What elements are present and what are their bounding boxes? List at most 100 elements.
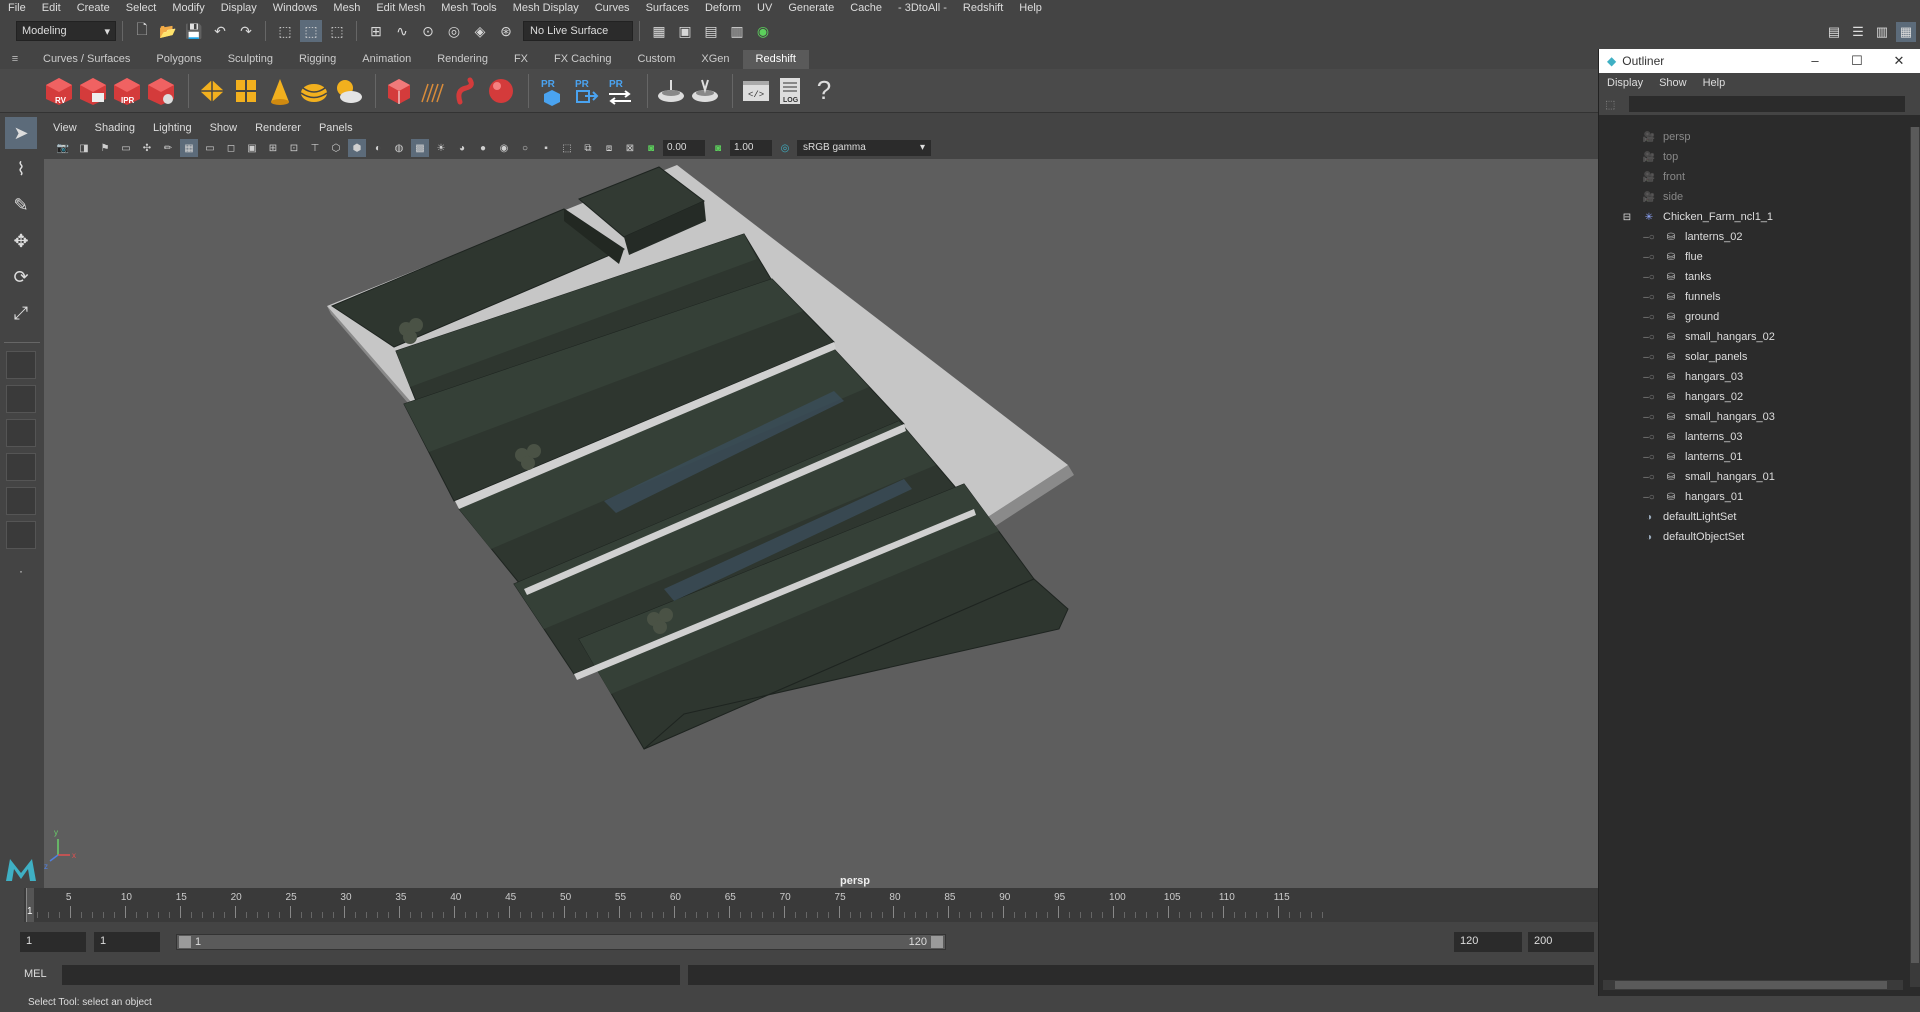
attribute-editor-icon[interactable]: ▤ (1824, 22, 1844, 42)
screen-space-ao-icon[interactable]: ● (474, 139, 492, 157)
shadows-icon[interactable]: ◕ (453, 139, 471, 157)
shelf-tab-curves-surfaces[interactable]: Curves / Surfaces (30, 50, 143, 69)
outliner-menu-help[interactable]: Help (1695, 77, 1734, 89)
select-tool-icon[interactable]: ➤ (5, 117, 37, 149)
filter-icon[interactable]: ⬚ (1605, 98, 1615, 111)
two-d-pan-icon[interactable]: ✣ (138, 139, 156, 157)
field-chart-icon[interactable]: ⊞ (264, 139, 282, 157)
outliner-item-solar-panels[interactable]: –○ ⛁ solar_panels (1603, 347, 1903, 367)
new-scene-icon[interactable]: 🗋 (131, 20, 153, 42)
more-layouts-icon[interactable]: · (5, 555, 37, 587)
redo-icon[interactable]: ↷ (235, 20, 257, 42)
script-language-label[interactable]: MEL (24, 968, 47, 980)
rotate-tool-icon[interactable]: ⟳ (5, 261, 37, 293)
snap-curve-icon[interactable]: ∿ (391, 20, 413, 42)
portal-light-icon[interactable] (231, 74, 261, 108)
pr-export-icon[interactable]: PR (571, 74, 601, 108)
animation-start-field[interactable]: 1 (20, 932, 86, 952)
outliner-menu-display[interactable]: Display (1599, 77, 1651, 89)
xray-icon[interactable]: ⧉ (579, 139, 597, 157)
undo-icon[interactable]: ↶ (209, 20, 231, 42)
command-input[interactable] (62, 965, 680, 985)
outliner-vertical-scrollbar[interactable] (1910, 127, 1920, 987)
redshift-settings-icon[interactable] (146, 74, 176, 108)
pr-object-icon[interactable]: PR (537, 74, 567, 108)
shelf-tab-rendering[interactable]: Rendering (424, 50, 501, 69)
snap-view-icon[interactable]: ◎ (443, 20, 465, 42)
tool-settings-icon[interactable]: ☰ (1848, 22, 1868, 42)
color-space-select[interactable]: sRGB gamma ▾ (797, 140, 931, 156)
playback-start-field[interactable]: 1 (94, 932, 160, 952)
ies-light-icon[interactable] (265, 74, 295, 108)
grid-icon[interactable]: ▦ (180, 139, 198, 157)
panel-menu-panels[interactable]: Panels (310, 122, 362, 134)
bookmark-icon[interactable]: ⚑ (96, 139, 114, 157)
volume-icon[interactable] (452, 74, 482, 108)
shelf-menu-icon[interactable]: ≡ (0, 49, 30, 69)
pr-convert-icon[interactable]: PR (605, 74, 635, 108)
menu-edit-mesh[interactable]: Edit Mesh (368, 2, 433, 14)
mode-selector[interactable]: Modeling ▾ (16, 21, 116, 41)
outliner-item-hangars-03[interactable]: –○ ⛁ hangars_03 (1603, 367, 1903, 387)
3d-viewport[interactable]: y x z persp (44, 159, 1598, 888)
bake-set-icon[interactable] (690, 74, 720, 108)
modeling-toolkit-icon[interactable]: ▦ (1896, 22, 1916, 42)
outliner-search-input[interactable] (1629, 96, 1906, 112)
help-icon[interactable]: ? (809, 74, 839, 108)
channel-box-icon[interactable]: ▥ (1872, 22, 1892, 42)
menu-windows[interactable]: Windows (265, 2, 326, 14)
outliner-item-defaultlightset[interactable]: ◑ defaultLightSet (1603, 507, 1903, 527)
motion-blur-icon[interactable]: ◉ (495, 139, 513, 157)
use-default-material-icon[interactable]: ◐ (369, 139, 387, 157)
dome-light-icon[interactable] (299, 74, 329, 108)
wireframe-on-shaded-icon[interactable]: ◍ (390, 139, 408, 157)
range-end-handle[interactable] (931, 936, 943, 948)
snap-grid-icon[interactable]: ⊞ (365, 20, 387, 42)
outliner-item-tanks[interactable]: –○ ⛁ tanks (1603, 267, 1903, 287)
menu-display[interactable]: Display (213, 2, 265, 14)
redshift-ipr-icon[interactable]: IPR (112, 74, 142, 108)
shelf-tab-rigging[interactable]: Rigging (286, 50, 349, 69)
hair-icon[interactable] (418, 74, 448, 108)
smooth-shade-icon[interactable]: ⬢ (348, 139, 366, 157)
shelf-tab-xgen[interactable]: XGen (688, 50, 742, 69)
xray-joints-icon[interactable]: ⧈ (600, 139, 618, 157)
bake-icon[interactable] (656, 74, 686, 108)
xray-components-icon[interactable]: ⊠ (621, 139, 639, 157)
menu-cache[interactable]: Cache (842, 2, 890, 14)
outliner-item-lanterns-01[interactable]: –○ ⛁ lanterns_01 (1603, 447, 1903, 467)
select-component-icon[interactable]: ⬚ (326, 20, 348, 42)
exposure-field[interactable]: 0.00 (663, 140, 705, 156)
image-plane-icon[interactable]: ▭ (117, 139, 135, 157)
shelf-tab-sculpting[interactable]: Sculpting (215, 50, 286, 69)
grease-pencil-icon[interactable]: ✏ (159, 139, 177, 157)
log-icon[interactable]: LOG (775, 74, 805, 108)
hypershade-icon[interactable]: ◉ (752, 20, 774, 42)
outliner-item-small-hangars-03[interactable]: –○ ⛁ small_hangars_03 (1603, 407, 1903, 427)
menu-deform[interactable]: Deform (697, 2, 749, 14)
range-slider[interactable]: 1 120 (176, 934, 946, 950)
outliner-item-hangars-01[interactable]: –○ ⛁ hangars_01 (1603, 487, 1903, 507)
camera-icon[interactable]: 📷 (54, 139, 72, 157)
single-view-layout-icon[interactable] (6, 351, 36, 379)
live-surface-field[interactable]: No Live Surface (523, 21, 633, 41)
panel-menu-lighting[interactable]: Lighting (144, 122, 201, 134)
menu-help[interactable]: Help (1011, 2, 1050, 14)
menu-3dtoall[interactable]: - 3DtoAll - (890, 2, 955, 14)
isolate-select-icon[interactable]: ⬚ (558, 139, 576, 157)
outliner-horizontal-scrollbar[interactable] (1603, 980, 1903, 990)
open-scene-icon[interactable]: 📂 (157, 20, 179, 42)
sphere-material-icon[interactable] (486, 74, 516, 108)
side-by-side-layout-icon[interactable] (6, 419, 36, 447)
playback-end-field[interactable]: 120 (1454, 932, 1522, 952)
outliner-item-funnels[interactable]: –○ ⛁ funnels (1603, 287, 1903, 307)
camera-attributes-icon[interactable]: ◨ (75, 139, 93, 157)
outliner-menu-show[interactable]: Show (1651, 77, 1695, 89)
outliner-item-hangars-02[interactable]: –○ ⛁ hangars_02 (1603, 387, 1903, 407)
range-start-handle[interactable] (179, 936, 191, 948)
proxy-icon[interactable] (384, 74, 414, 108)
menu-generate[interactable]: Generate (780, 2, 842, 14)
sun-sky-icon[interactable] (333, 74, 363, 108)
scrollbar-thumb[interactable] (1615, 981, 1887, 989)
panel-menu-shading[interactable]: Shading (86, 122, 144, 134)
